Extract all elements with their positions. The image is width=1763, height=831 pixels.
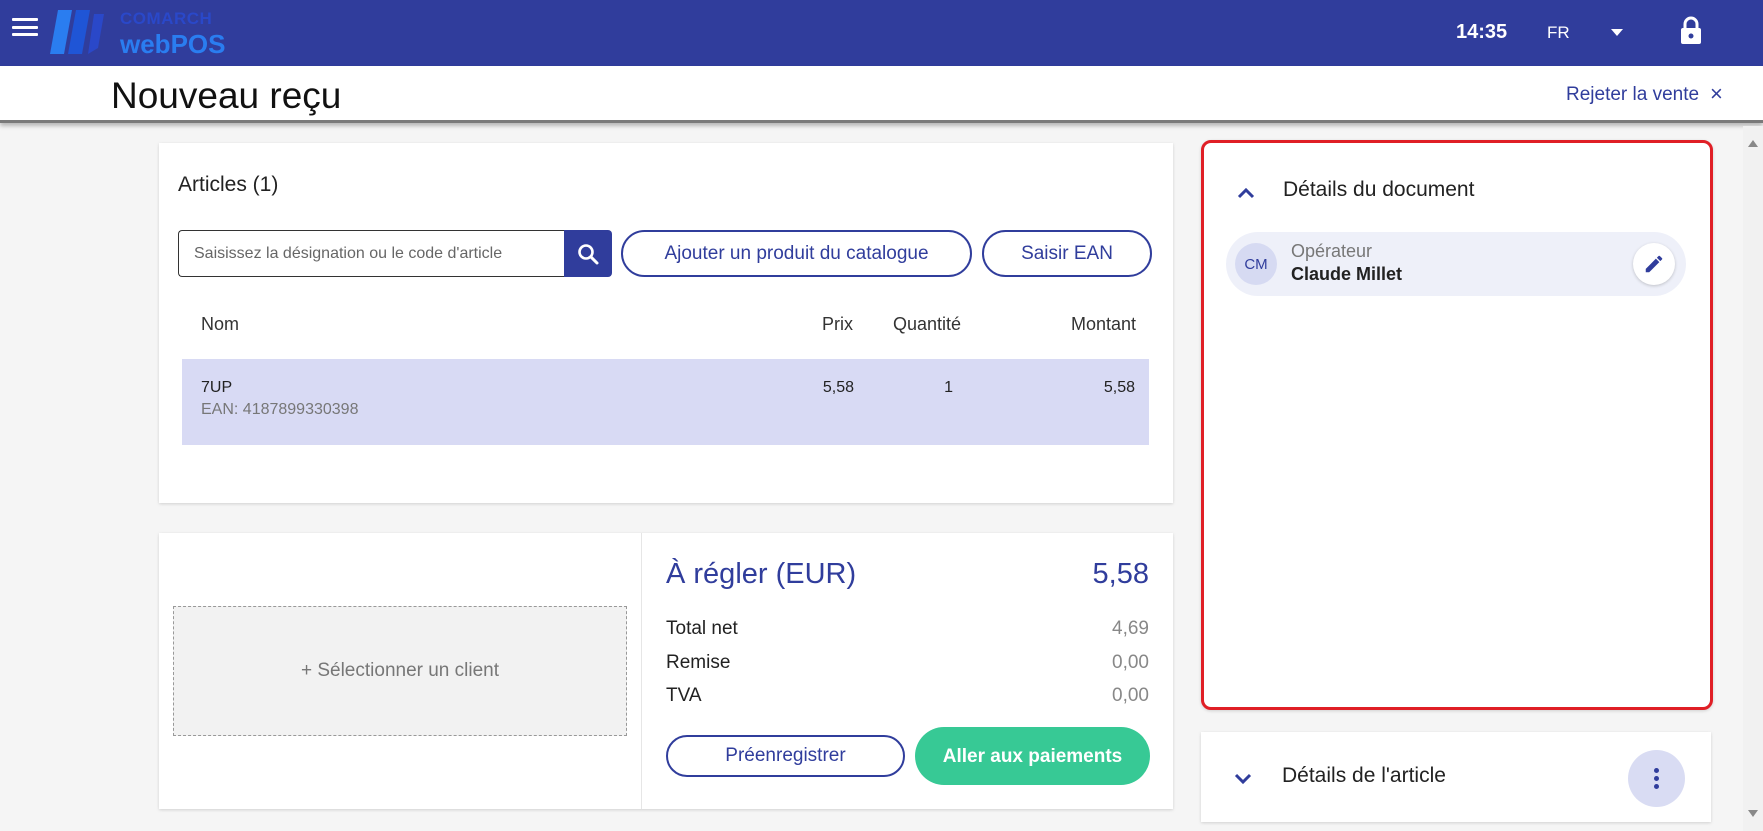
to-pay-label: À régler (EUR) (666, 558, 857, 590)
caret-down-icon[interactable] (1611, 29, 1623, 36)
row-ean: EAN: 4187899330398 (201, 401, 359, 418)
scroll-up-icon[interactable] (1748, 140, 1758, 147)
vat-label: TVA (666, 685, 702, 706)
avatar: CM (1235, 243, 1277, 285)
search-icon (578, 243, 599, 264)
add-from-catalog-button[interactable]: Ajouter un produit du catalogue (621, 230, 972, 277)
document-details-title: Détails du document (1283, 178, 1475, 201)
divider (641, 533, 642, 809)
close-icon[interactable]: × (1710, 81, 1723, 107)
document-details-panel: Détails du document CM Opérateur Claude … (1201, 140, 1713, 710)
brand-product: webPOS (120, 29, 226, 59)
to-pay-value: 5,58 (1092, 558, 1149, 590)
chevron-up-icon[interactable] (1234, 181, 1258, 205)
top-bar: COMARCH webPOS 14:35 FR (0, 0, 1763, 66)
row-quantity: 1 (944, 379, 953, 396)
discount-value: 0,00 (1112, 652, 1149, 673)
table-row[interactable]: 7UP EAN: 4187899330398 5,58 1 5,58 (182, 359, 1149, 445)
enter-ean-button[interactable]: Saisir EAN (982, 230, 1152, 277)
chevron-down-icon[interactable] (1231, 766, 1255, 790)
articles-panel: Articles (1) Ajouter un produit du catal… (159, 143, 1173, 503)
article-search-input[interactable] (178, 230, 565, 277)
more-vertical-icon[interactable] (1628, 750, 1685, 807)
scrollbar[interactable] (1743, 126, 1763, 831)
edit-operator-button[interactable] (1633, 243, 1675, 285)
column-header-quantity[interactable]: Quantité (893, 314, 961, 335)
brand-company: COMARCH (120, 9, 213, 28)
search-button[interactable] (564, 230, 612, 277)
column-header-price[interactable]: Prix (822, 314, 853, 335)
discount-label: Remise (666, 652, 731, 673)
lock-icon[interactable] (1678, 16, 1704, 46)
select-client-button[interactable]: + Sélectionner un client (173, 606, 627, 736)
vat-value: 0,00 (1112, 685, 1149, 706)
row-amount: 5,58 (1103, 379, 1135, 396)
reject-sale-link[interactable]: Rejeter la vente (1566, 84, 1699, 106)
page-title: Nouveau reçu (111, 75, 342, 116)
go-to-payments-button[interactable]: Aller aux paiements (915, 727, 1150, 785)
article-details-panel: Détails de l'article (1201, 732, 1711, 822)
scroll-down-icon[interactable] (1748, 810, 1758, 817)
preregister-button[interactable]: Préenregistrer (666, 735, 905, 777)
net-total-value: 4,69 (1112, 618, 1149, 639)
column-header-name[interactable]: Nom (201, 314, 239, 335)
net-total-label: Total net (666, 618, 738, 639)
operator-label: Opérateur (1291, 241, 1373, 261)
page-header: Nouveau reçu Rejeter la vente × (0, 66, 1763, 123)
operator-name: Claude Millet (1291, 264, 1403, 284)
column-header-amount[interactable]: Montant (1071, 314, 1136, 335)
row-name: 7UP (201, 379, 233, 396)
operator-chip: CM Opérateur Claude Millet (1226, 232, 1686, 296)
pencil-icon (1645, 255, 1663, 273)
hamburger-menu-icon[interactable] (12, 16, 38, 38)
comarch-logo-icon (50, 10, 104, 54)
articles-title: Articles (1) (178, 173, 279, 196)
row-price: 5,58 (822, 379, 854, 396)
payment-summary-panel: + Sélectionner un client À régler (EUR) … (159, 533, 1173, 809)
language-select[interactable]: FR (1547, 23, 1570, 43)
clock: 14:35 (1456, 21, 1508, 43)
article-details-title: Détails de l'article (1282, 764, 1446, 787)
